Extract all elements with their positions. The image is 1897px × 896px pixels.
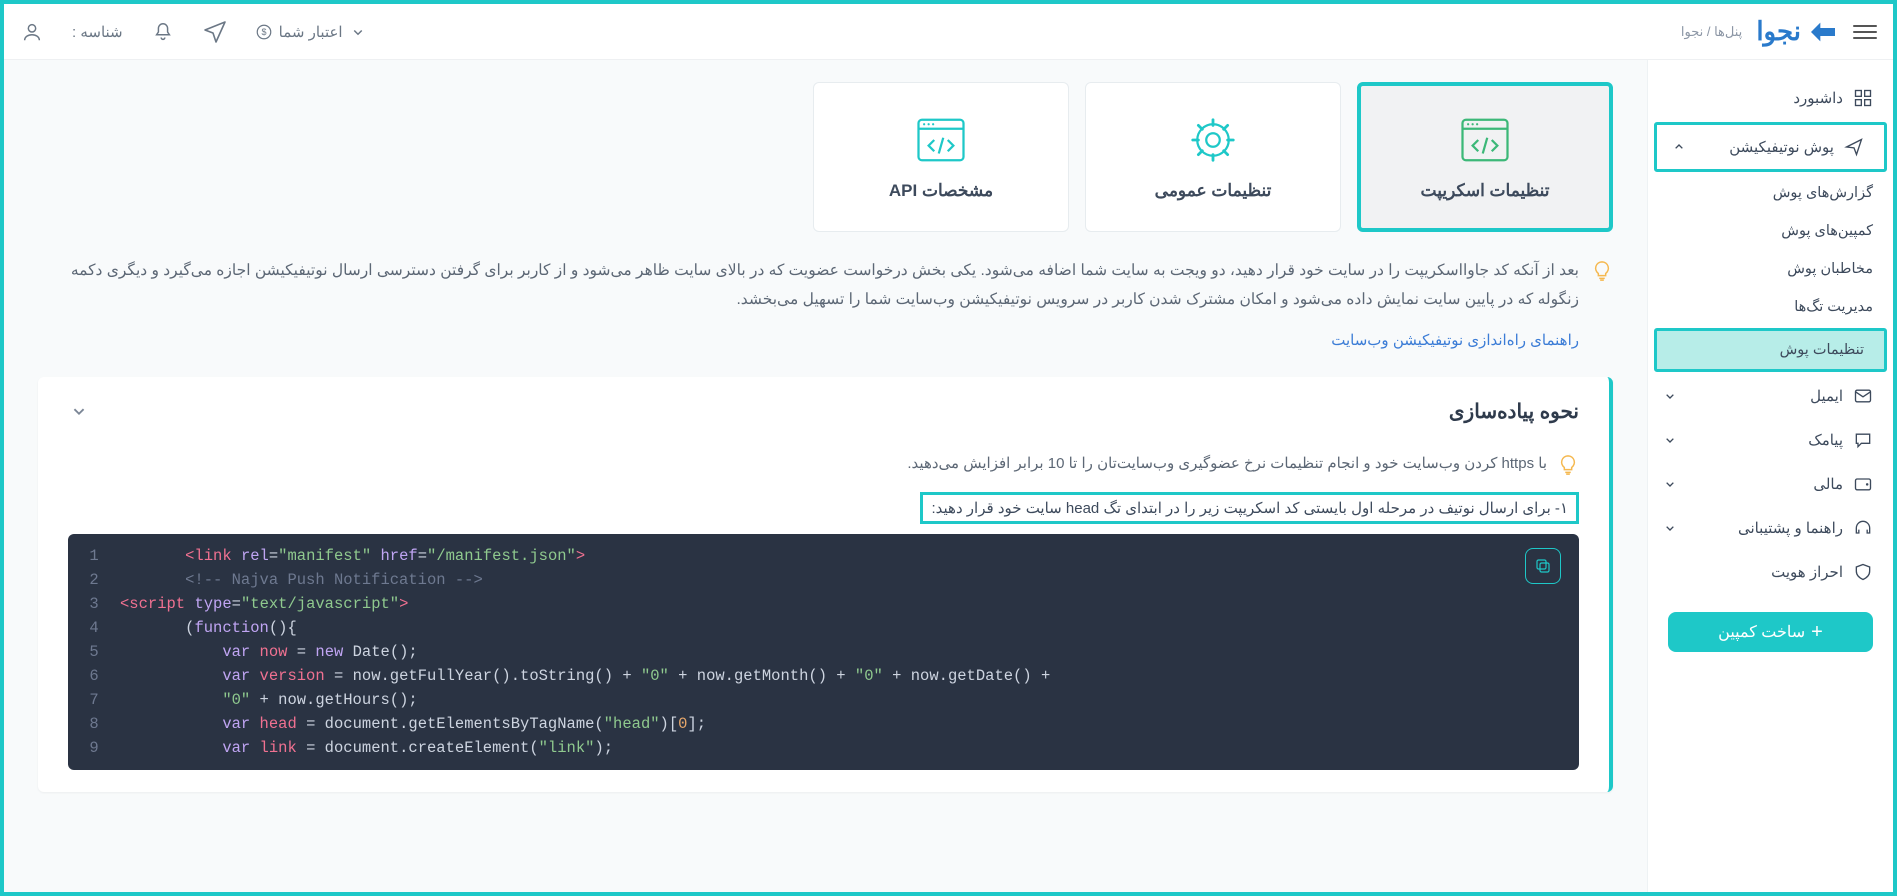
tab-script-settings[interactable]: تنظیمات اسکریپت — [1357, 82, 1613, 232]
code-line: 6 var version = now.getFullYear().toStri… — [68, 664, 1579, 688]
tab-general-settings[interactable]: تنظیمات عمومی — [1085, 82, 1341, 232]
info-block: بعد از آنکه کد جاوااسکریپت را در سایت خو… — [38, 256, 1613, 315]
sidebar-item-finance[interactable]: مالی — [1648, 462, 1893, 506]
sidebar-sub-reports[interactable]: گزارش‌های پوش — [1648, 174, 1893, 212]
headphones-icon — [1853, 518, 1873, 538]
sidebar-item-label: پیامک — [1808, 431, 1843, 449]
wallet-icon — [1853, 474, 1873, 494]
sidebar-item-label: احراز هویت — [1771, 563, 1843, 581]
breadcrumb: پنل‌ها / نجوا — [1681, 24, 1742, 40]
create-campaign-button[interactable]: +ساخت کمپین — [1668, 612, 1873, 652]
tab-label: تنظیمات اسکریپت — [1421, 181, 1550, 201]
copy-button[interactable] — [1525, 548, 1561, 584]
dashboard-icon — [1853, 88, 1873, 108]
sidebar-item-label: پوش نوتیفیکیشن — [1729, 138, 1834, 156]
code-line: 2 <!-- Najva Push Notification --> — [68, 568, 1579, 592]
code-line: 3<script type="text/javascript"> — [68, 592, 1579, 616]
create-campaign-label: ساخت کمپین — [1718, 622, 1805, 642]
credit-label: اعتبار شما — [279, 23, 343, 41]
code-window-icon — [914, 113, 968, 167]
sidebar-sub-settings[interactable]: تنظیمات پوش — [1654, 328, 1887, 372]
mail-icon — [1853, 386, 1873, 406]
code-line: 9 var link = document.createElement("lin… — [68, 736, 1579, 760]
send-icon[interactable] — [203, 20, 227, 44]
main-content: تنظیمات اسکریپت تنظیمات عمومی مشخصات API… — [4, 4, 1647, 892]
bulb-icon — [1591, 260, 1613, 282]
dollar-icon: $ — [255, 23, 273, 41]
shield-icon — [1853, 562, 1873, 582]
bulb-icon — [1557, 454, 1579, 476]
gear-icon — [1186, 113, 1240, 167]
sidebar-item-label: داشبورد — [1793, 89, 1843, 107]
code-block: 1 <link rel="manifest" href="/manifest.j… — [68, 534, 1579, 770]
code-line: 7 "0" + now.getHours(); — [68, 688, 1579, 712]
user-icon[interactable] — [20, 20, 44, 44]
chevron-down-icon[interactable] — [68, 400, 90, 422]
logo-text: نجوا — [1756, 16, 1801, 47]
chevron-down-icon — [1662, 476, 1678, 492]
tip-row: با https کردن وب‌سایت خود و انجام تنظیما… — [68, 450, 1579, 476]
logo[interactable]: نجوا — [1756, 16, 1839, 48]
sidebar-item-label: مالی — [1813, 475, 1843, 493]
sidebar-item-support[interactable]: راهنما و پشتیبانی — [1648, 506, 1893, 550]
card-title: نحوه پیاده‌سازی — [1449, 399, 1579, 424]
sidebar-item-dashboard[interactable]: داشبورد — [1648, 76, 1893, 120]
chevron-down-icon — [1662, 388, 1678, 404]
svg-text:$: $ — [261, 27, 266, 37]
topbar: نجوا پنل‌ها / نجوا اعتبار شما $ شناسه : — [4, 4, 1893, 60]
code-line: 5 var now = new Date(); — [68, 640, 1579, 664]
sidebar-item-label: ایمیل — [1810, 387, 1843, 405]
sidebar-item-email[interactable]: ایمیل — [1648, 374, 1893, 418]
sidebar-item-sms[interactable]: پیامک — [1648, 418, 1893, 462]
code-line: 1 <link rel="manifest" href="/manifest.j… — [68, 544, 1579, 568]
tab-label: تنظیمات عمومی — [1155, 181, 1272, 201]
tab-label: مشخصات API — [889, 181, 993, 201]
code-line: 4 (function(){ — [68, 616, 1579, 640]
id-label: شناسه : — [72, 23, 123, 41]
credit-dropdown[interactable]: اعتبار شما $ — [255, 23, 367, 41]
tip-text: با https کردن وب‌سایت خود و انجام تنظیما… — [907, 454, 1547, 472]
send-icon — [1844, 137, 1864, 157]
chat-icon — [1853, 430, 1873, 450]
implementation-card: نحوه پیاده‌سازی با https کردن وب‌سایت خو… — [38, 377, 1613, 792]
sidebar-item-push[interactable]: پوش نوتیفیکیشن — [1654, 122, 1887, 172]
chevron-up-icon — [1671, 139, 1687, 155]
chevron-down-icon — [1662, 520, 1678, 536]
menu-toggle-button[interactable] — [1853, 20, 1877, 44]
bell-icon[interactable] — [151, 20, 175, 44]
sidebar-sub-audience[interactable]: مخاطبان پوش — [1648, 250, 1893, 288]
setup-guide-link[interactable]: راهنمای راه‌اندازی نوتیفیکیشن وب‌سایت — [38, 331, 1613, 349]
sidebar-sub-tags[interactable]: مدیریت تگ‌ها — [1648, 288, 1893, 326]
step-1-text: ۱- برای ارسال نوتیف در مرحله اول بایستی … — [920, 492, 1579, 524]
sidebar: داشبورد پوش نوتیفیکیشن گزارش‌های پوش کمپ… — [1647, 4, 1893, 892]
sidebar-sub-campaigns[interactable]: کمپین‌های پوش — [1648, 212, 1893, 250]
chevron-down-icon — [1662, 432, 1678, 448]
code-window-icon — [1458, 113, 1512, 167]
tab-api-settings[interactable]: مشخصات API — [813, 82, 1069, 232]
info-text: بعد از آنکه کد جاوااسکریپت را در سایت خو… — [38, 256, 1579, 315]
sidebar-item-label: راهنما و پشتیبانی — [1738, 519, 1843, 537]
code-line: 8 var head = document.getElementsByTagNa… — [68, 712, 1579, 736]
sidebar-item-auth[interactable]: احراز هویت — [1648, 550, 1893, 594]
settings-tabs: تنظیمات اسکریپت تنظیمات عمومی مشخصات API — [38, 82, 1613, 232]
